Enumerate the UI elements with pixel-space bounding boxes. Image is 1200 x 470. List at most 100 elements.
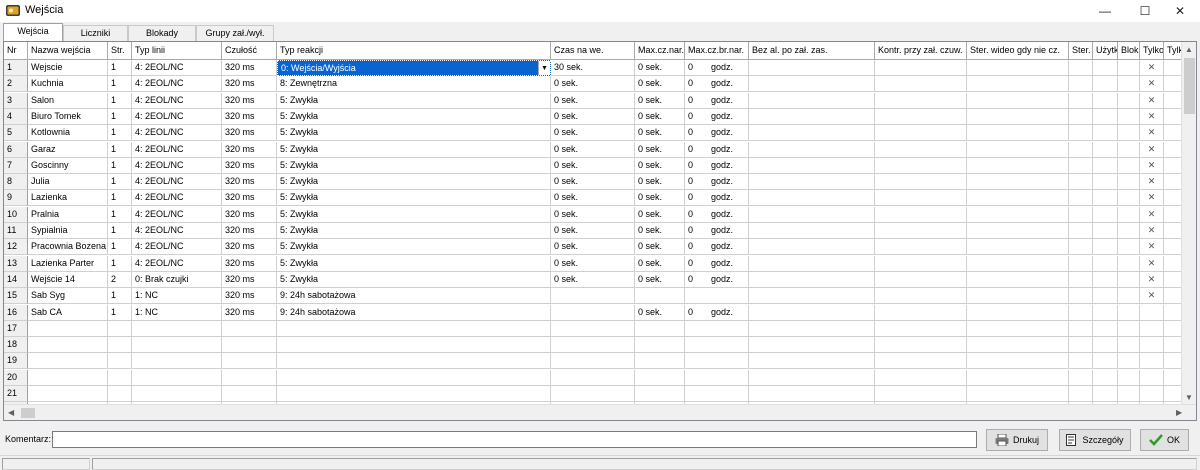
input-name-cell[interactable]: Wejście 14 <box>28 271 108 288</box>
arming-check-cell[interactable] <box>875 190 967 207</box>
line-type-cell[interactable]: 4: 2EOL/NC <box>132 174 222 191</box>
video-cell[interactable] <box>1069 108 1093 125</box>
video-cell[interactable] <box>1069 141 1093 158</box>
no-alarm-cell[interactable] <box>749 125 875 142</box>
input-name-cell[interactable] <box>28 369 108 386</box>
arming-check-cell[interactable] <box>875 271 967 288</box>
partition-cell[interactable]: 1 <box>108 174 132 191</box>
table-row[interactable]: 16 Sab CA 1 1: NC 320 ms 9: 24h sabotażowa 0 s… <box>4 304 1194 321</box>
user-cell[interactable] <box>1093 288 1118 305</box>
scroll-right-icon[interactable]: ▶ <box>1176 408 1182 417</box>
line-type-cell[interactable] <box>132 320 222 337</box>
reaction-type-cell[interactable]: 5: Zwykła <box>277 239 551 256</box>
video-cell[interactable] <box>1069 353 1093 370</box>
flag-cell[interactable]: ✕ <box>1140 141 1164 158</box>
video-disarmed-cell[interactable] <box>967 190 1069 207</box>
max-alarm-cell[interactable]: 0 sek. <box>635 125 685 142</box>
reaction-type-cell[interactable] <box>277 337 551 354</box>
partition-cell[interactable]: 2 <box>108 271 132 288</box>
no-alarm-cell[interactable] <box>749 92 875 109</box>
video-disarmed-cell[interactable] <box>967 125 1069 142</box>
sensitivity-cell[interactable]: 320 ms <box>222 174 277 191</box>
video-disarmed-cell[interactable] <box>967 271 1069 288</box>
max-alarm-cell[interactable]: 0 sek. <box>635 255 685 272</box>
block-cell[interactable] <box>1118 288 1140 305</box>
reaction-type-cell[interactable] <box>277 369 551 386</box>
block-cell[interactable] <box>1118 174 1140 191</box>
max-no-violation-cell[interactable]: 0 godz. <box>685 174 749 191</box>
max-alarm-cell[interactable]: 0 sek. <box>635 141 685 158</box>
entry-time-cell[interactable] <box>551 320 635 337</box>
arming-check-cell[interactable] <box>875 353 967 370</box>
column-header[interactable]: Blok. <box>1118 42 1140 60</box>
tab-liczniki[interactable]: Liczniki <box>63 25 128 41</box>
line-type-cell[interactable]: 4: 2EOL/NC <box>132 92 222 109</box>
video-cell[interactable] <box>1069 174 1093 191</box>
reaction-type-cell[interactable]: 0: Wejścia/Wyjścia ▼ <box>277 60 551 76</box>
max-alarm-cell[interactable]: 0 sek. <box>635 190 685 207</box>
flag-cell[interactable] <box>1140 386 1164 402</box>
column-header[interactable]: Max.cz.nar. <box>635 42 685 60</box>
line-type-cell[interactable]: 4: 2EOL/NC <box>132 157 222 174</box>
max-no-violation-cell[interactable]: 0 godz. <box>685 304 749 321</box>
column-header[interactable]: Czas na we. <box>551 42 635 60</box>
max-no-violation-cell[interactable]: 0 godz. <box>685 190 749 207</box>
no-alarm-cell[interactable] <box>749 304 875 321</box>
max-alarm-cell[interactable]: 0 sek. <box>635 92 685 109</box>
horizontal-scrollbar[interactable]: ◀ ▶ <box>4 404 1196 420</box>
ok-button[interactable]: OK <box>1140 429 1189 451</box>
column-header[interactable]: Max.cz.br.nar. <box>685 42 749 60</box>
sensitivity-cell[interactable]: 320 ms <box>222 76 277 93</box>
input-name-cell[interactable]: Kotlownia <box>28 125 108 142</box>
max-alarm-cell[interactable] <box>635 320 685 337</box>
reaction-type-cell[interactable] <box>277 386 551 402</box>
reaction-type-cell[interactable]: 5: Zwykła <box>277 255 551 272</box>
partition-cell[interactable]: 1 <box>108 190 132 207</box>
table-row[interactable]: 1 Wejscie 1 4: 2EOL/NC 320 ms 0: Wejścia/Wyjś… <box>4 60 1194 76</box>
arming-check-cell[interactable] <box>875 125 967 142</box>
no-alarm-cell[interactable] <box>749 60 875 76</box>
reaction-type-cell[interactable]: 5: Zwykła <box>277 206 551 223</box>
column-header[interactable]: Ster. wideo <box>1069 42 1093 60</box>
arming-check-cell[interactable] <box>875 369 967 386</box>
input-name-cell[interactable]: Pracownia Bozena <box>28 239 108 256</box>
dropdown-arrow-icon[interactable]: ▼ <box>538 61 550 75</box>
entry-time-cell[interactable]: 0 sek. <box>551 239 635 256</box>
input-name-cell[interactable]: Sab Syg <box>28 288 108 305</box>
arming-check-cell[interactable] <box>875 320 967 337</box>
block-cell[interactable] <box>1118 320 1140 337</box>
table-row[interactable]: 2 Kuchnia 1 4: 2EOL/NC 320 ms 8: Zewnętrzna 0 … <box>4 76 1194 93</box>
arming-check-cell[interactable] <box>875 255 967 272</box>
line-type-cell[interactable] <box>132 386 222 402</box>
flag-cell[interactable]: ✕ <box>1140 174 1164 191</box>
partition-cell[interactable]: 1 <box>108 141 132 158</box>
partition-cell[interactable] <box>108 386 132 402</box>
partition-cell[interactable]: 1 <box>108 223 132 239</box>
sensitivity-cell[interactable]: 320 ms <box>222 288 277 305</box>
block-cell[interactable] <box>1118 76 1140 93</box>
partition-cell[interactable]: 1 <box>108 60 132 76</box>
partition-cell[interactable] <box>108 320 132 337</box>
flag-cell[interactable]: ✕ <box>1140 271 1164 288</box>
partition-cell[interactable]: 1 <box>108 108 132 125</box>
max-alarm-cell[interactable] <box>635 353 685 370</box>
block-cell[interactable] <box>1118 353 1140 370</box>
arming-check-cell[interactable] <box>875 288 967 305</box>
max-alarm-cell[interactable]: 0 sek. <box>635 174 685 191</box>
input-name-cell[interactable]: Garaz <box>28 141 108 158</box>
partition-cell[interactable]: 1 <box>108 288 132 305</box>
vertical-scroll-thumb[interactable] <box>1184 58 1195 114</box>
block-cell[interactable] <box>1118 223 1140 239</box>
input-name-cell[interactable]: Wejscie <box>28 60 108 76</box>
user-cell[interactable] <box>1093 386 1118 402</box>
table-row[interactable]: 9 Lazienka 1 4: 2EOL/NC 320 ms 5: Zwykła 0 sek… <box>4 190 1194 207</box>
video-cell[interactable] <box>1069 190 1093 207</box>
reaction-type-cell[interactable]: 5: Zwykła <box>277 125 551 142</box>
video-cell[interactable] <box>1069 337 1093 354</box>
video-cell[interactable] <box>1069 92 1093 109</box>
reaction-type-cell[interactable]: 5: Zwykła <box>277 174 551 191</box>
user-cell[interactable] <box>1093 271 1118 288</box>
line-type-cell[interactable]: 4: 2EOL/NC <box>132 125 222 142</box>
entry-time-cell[interactable] <box>551 386 635 402</box>
table-row[interactable]: 10 Pralnia 1 4: 2EOL/NC 320 ms 5: Zwykła 0 sek… <box>4 206 1194 223</box>
